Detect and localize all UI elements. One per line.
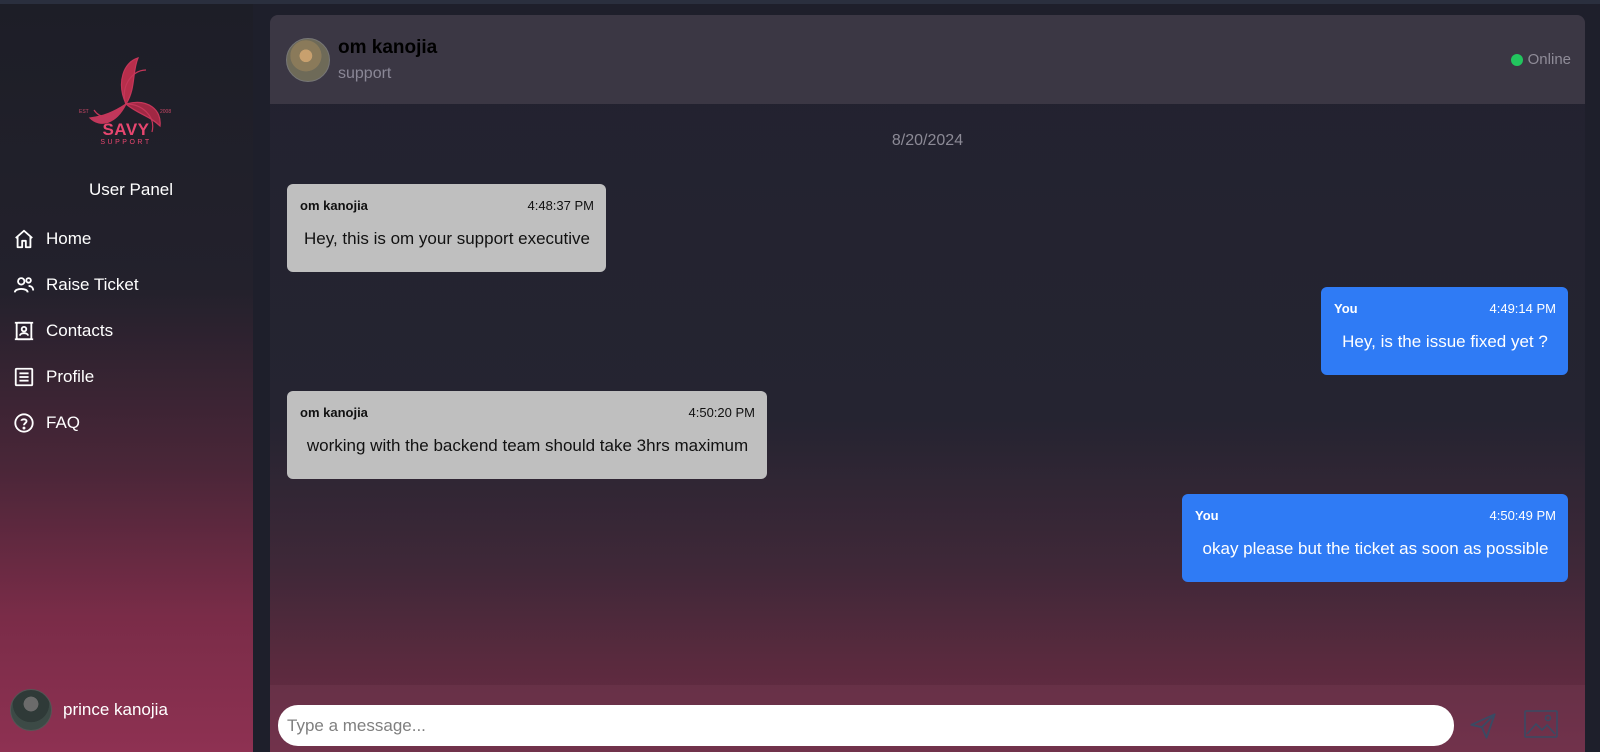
message-sender: You xyxy=(1195,508,1219,523)
avatar xyxy=(10,689,52,731)
message-time: 4:48:37 PM xyxy=(527,198,595,213)
send-icon[interactable] xyxy=(1469,712,1497,740)
current-user[interactable]: prince kanojia xyxy=(10,689,168,731)
message-sender: om kanojia xyxy=(300,198,368,213)
message-outgoing: You 4:49:14 PM Hey, is the issue fixed y… xyxy=(1321,287,1568,375)
sidebar: EST 2008 SAVY SUPPORT User Panel Home Ra… xyxy=(0,4,253,752)
status-label: Online xyxy=(1527,51,1571,68)
message-text: Hey, is the issue fixed yet ? xyxy=(1342,332,1548,351)
sidebar-item-label: Home xyxy=(46,229,92,248)
sidebar-item-label: FAQ xyxy=(46,413,81,432)
sidebar-item-contacts[interactable]: Contacts xyxy=(0,308,253,354)
online-dot-icon xyxy=(1510,53,1523,66)
status-indicator: Online xyxy=(1510,51,1571,68)
brand-name: SAVY xyxy=(102,120,150,139)
message-input[interactable] xyxy=(278,705,1454,746)
sidebar-nav: Home Raise Ticket Contacts Profile FAQ xyxy=(0,216,253,446)
message-text: Hey, this is om your support executive xyxy=(304,229,590,248)
message-composer xyxy=(270,685,1585,752)
profile-icon xyxy=(12,365,36,389)
sidebar-item-label: Raise Ticket xyxy=(46,275,139,294)
message-sender: You xyxy=(1334,301,1358,316)
message-incoming: om kanojia 4:50:20 PM working with the b… xyxy=(287,391,767,479)
sidebar-item-label: Profile xyxy=(46,367,95,386)
message-outgoing: You 4:50:49 PM okay please but the ticke… xyxy=(1182,494,1568,582)
date-separator: 8/20/2024 xyxy=(891,132,964,149)
home-icon xyxy=(12,227,36,251)
users-icon xyxy=(12,273,36,297)
current-user-name: prince kanojia xyxy=(63,700,168,719)
image-upload-icon[interactable] xyxy=(1524,710,1558,738)
message-time: 4:50:20 PM xyxy=(688,405,756,420)
message-time: 4:50:49 PM xyxy=(1489,508,1557,523)
sidebar-item-raise-ticket[interactable]: Raise Ticket xyxy=(0,262,253,308)
brand-tagline: SUPPORT xyxy=(100,139,152,146)
sidebar-item-faq[interactable]: FAQ xyxy=(0,400,253,446)
message-incoming: om kanojia 4:48:37 PM Hey, this is om yo… xyxy=(287,184,606,272)
message-text: working with the backend team should tak… xyxy=(306,436,749,455)
contact-avatar xyxy=(286,38,330,82)
contact-role: support xyxy=(338,65,392,82)
contact-name: om kanojia xyxy=(338,37,438,58)
panel-title: User Panel xyxy=(88,180,174,199)
help-icon xyxy=(12,411,36,435)
message-sender: om kanojia xyxy=(300,405,368,420)
logo-est: EST xyxy=(79,109,89,115)
sidebar-item-profile[interactable]: Profile xyxy=(0,354,253,400)
logo-year: 2008 xyxy=(160,109,172,115)
message-time: 4:49:14 PM xyxy=(1489,301,1557,316)
message-text: okay please but the ticket as soon as po… xyxy=(1202,539,1549,558)
chat-header: om kanojia support Online xyxy=(270,15,1585,104)
chat-window: om kanojia support Online 8/20/2024 om k… xyxy=(270,15,1585,752)
sidebar-item-home[interactable]: Home xyxy=(0,216,253,262)
contacts-icon xyxy=(12,319,36,343)
sidebar-item-label: Contacts xyxy=(46,321,114,340)
